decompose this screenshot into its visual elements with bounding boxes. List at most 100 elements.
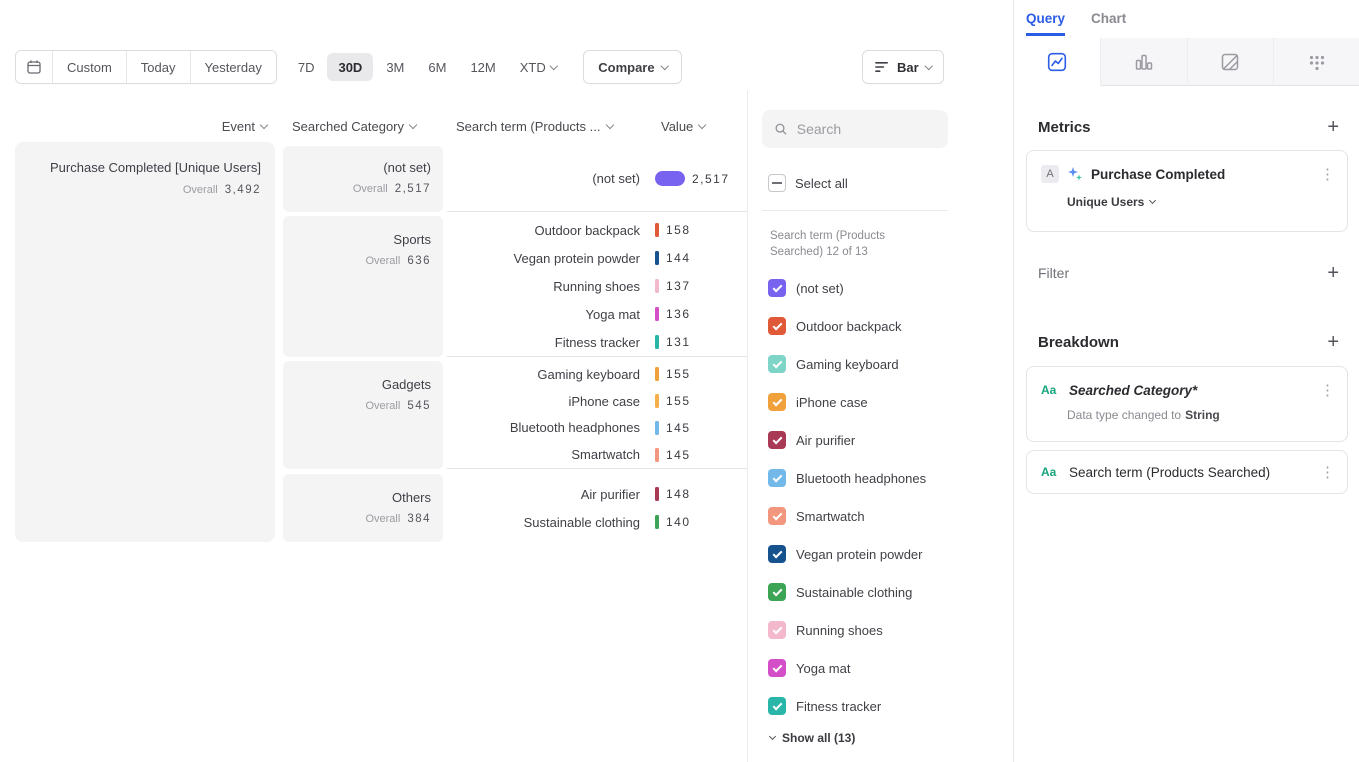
chevron-down-icon (550, 62, 558, 70)
range-yesterday-button[interactable]: Yesterday (190, 51, 276, 83)
category-cell-not-set[interactable]: (not set) Overall2,517 (283, 146, 443, 212)
checkbox-checked-icon[interactable] (768, 507, 786, 525)
table-row[interactable]: Outdoor backpack 158 (447, 216, 747, 244)
segment-item[interactable]: Smartwatch (768, 497, 926, 535)
value-number: 140 (666, 515, 691, 529)
segment-item[interactable]: Yoga mat (768, 649, 926, 687)
table-row[interactable]: (not set) 2,517 (447, 165, 747, 193)
table-row[interactable]: Gaming keyboard 155 (447, 361, 747, 388)
tab-chart[interactable]: Chart (1091, 11, 1126, 36)
category-cell-sports[interactable]: Sports Overall636 (283, 216, 443, 357)
checkbox-checked-icon[interactable] (768, 583, 786, 601)
range-7d-button[interactable]: 7D (287, 53, 326, 81)
kebab-menu-icon[interactable]: ⋮ (1320, 463, 1335, 481)
checkbox-checked-icon[interactable] (768, 279, 786, 297)
indeterminate-checkbox-icon[interactable] (768, 174, 786, 192)
value-cell: 137 (655, 279, 691, 293)
value-cell: 148 (655, 487, 691, 501)
table-row[interactable]: Yoga mat 136 (447, 300, 747, 328)
checkbox-checked-icon[interactable] (768, 317, 786, 335)
insights-report-page: Custom Today Yesterday 7D 30D 3M 6M 12M … (0, 0, 1359, 762)
value-cell: 131 (655, 335, 691, 349)
range-custom-button[interactable]: Custom (52, 51, 126, 83)
add-filter-button[interactable]: + (1327, 263, 1339, 283)
add-metric-button[interactable]: + (1327, 117, 1339, 137)
kebab-menu-icon[interactable]: ⋮ (1320, 381, 1335, 399)
tab-query[interactable]: Query (1026, 11, 1065, 36)
table-row[interactable]: Vegan protein powder 144 (447, 244, 747, 272)
compare-button[interactable]: Compare (583, 50, 682, 84)
value-bar (655, 307, 659, 321)
segment-item[interactable]: Bluetooth headphones (768, 459, 926, 497)
segment-item[interactable]: Gaming keyboard (768, 345, 926, 383)
breakdown-card-search-term[interactable]: Aa Search term (Products Searched) ⋮ (1026, 450, 1348, 494)
segment-item[interactable]: Outdoor backpack (768, 307, 926, 345)
breakdown-note: Data type changed toString (1027, 399, 1347, 422)
tab-flows[interactable] (1274, 38, 1359, 86)
measure-dropdown[interactable]: Unique Users (1027, 183, 1347, 209)
tab-funnels[interactable] (1101, 38, 1188, 86)
segment-item[interactable]: Fitness tracker (768, 687, 926, 725)
segment-item[interactable]: Vegan protein powder (768, 535, 926, 573)
tab-retention[interactable] (1188, 38, 1275, 86)
table-row[interactable]: Fitness tracker 131 (447, 328, 747, 356)
table-row[interactable]: Sustainable clothing 140 (447, 508, 747, 536)
range-3m-button[interactable]: 3M (375, 53, 415, 81)
column-header-event[interactable]: Event (15, 115, 267, 137)
calendar-button[interactable] (16, 51, 52, 83)
category-cell-others[interactable]: Others Overall384 (283, 474, 443, 542)
category-cell-gadgets[interactable]: Gadgets Overall545 (283, 361, 443, 469)
add-breakdown-button[interactable]: + (1327, 332, 1339, 352)
column-header-value[interactable]: Value (661, 115, 705, 137)
divider (762, 210, 948, 211)
checkbox-checked-icon[interactable] (768, 545, 786, 563)
range-12m-button[interactable]: 12M (459, 53, 506, 81)
range-30d-button[interactable]: 30D (327, 53, 373, 81)
search-input[interactable] (797, 121, 936, 137)
range-today-button[interactable]: Today (126, 51, 190, 83)
range-xtd-button[interactable]: XTD (509, 53, 568, 81)
value-bar (655, 279, 659, 293)
checkbox-checked-icon[interactable] (768, 355, 786, 373)
breakdown-card-searched-category[interactable]: Aa Searched Category* ⋮ Data type change… (1026, 366, 1348, 442)
overall-value: 636 (407, 255, 431, 267)
segment-item[interactable]: Air purifier (768, 421, 926, 459)
table-row[interactable]: Smartwatch 145 (447, 441, 747, 468)
event-cell[interactable]: Purchase Completed [Unique Users] Overal… (15, 142, 275, 542)
table-row[interactable]: Running shoes 137 (447, 272, 747, 300)
segment-item[interactable]: (not set) (768, 269, 926, 307)
tab-insights[interactable] (1014, 38, 1101, 86)
column-header-term[interactable]: Search term (Products ... (456, 115, 613, 137)
segment-item[interactable]: Sustainable clothing (768, 573, 926, 611)
chevron-down-icon (769, 733, 776, 740)
range-6m-button[interactable]: 6M (417, 53, 457, 81)
checkbox-checked-icon[interactable] (768, 431, 786, 449)
check-icon (772, 472, 782, 482)
breakdown-heading: Breakdown (1038, 334, 1119, 351)
column-header-category[interactable]: Searched Category (292, 115, 416, 137)
segment-item[interactable]: iPhone case (768, 383, 926, 421)
table-row[interactable]: Air purifier 148 (447, 480, 747, 508)
kebab-menu-icon[interactable]: ⋮ (1320, 165, 1335, 183)
select-all-row[interactable]: Select all (768, 174, 848, 192)
table-row[interactable]: iPhone case 155 (447, 388, 747, 415)
chart-type-button[interactable]: Bar (862, 50, 944, 84)
segment-item[interactable]: Running shoes (768, 611, 926, 649)
date-picker-group: Custom Today Yesterday (15, 50, 277, 84)
checkbox-checked-icon[interactable] (768, 469, 786, 487)
line-chart-icon (1047, 52, 1067, 72)
checkbox-checked-icon[interactable] (768, 621, 786, 639)
checkbox-checked-icon[interactable] (768, 393, 786, 411)
search-term-cell: Outdoor backpack (447, 223, 640, 238)
value-cell: 155 (655, 394, 691, 408)
show-all-button[interactable]: Show all (13) (770, 731, 855, 745)
segment-search-box[interactable] (762, 110, 948, 148)
metric-card[interactable]: A Purchase Completed ⋮ Unique Users (1026, 150, 1348, 232)
value-bar (655, 394, 659, 408)
range-xtd-label: XTD (520, 60, 546, 75)
checkbox-checked-icon[interactable] (768, 659, 786, 677)
checkbox-checked-icon[interactable] (768, 697, 786, 715)
table-row[interactable]: Bluetooth headphones 145 (447, 415, 747, 442)
series-a-badge: A (1041, 165, 1059, 183)
overall-label: Overall (365, 513, 400, 525)
